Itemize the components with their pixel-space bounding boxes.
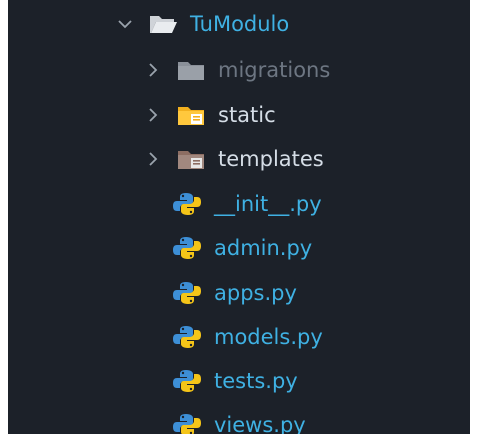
python-icon <box>172 325 202 349</box>
file-explorer-panel: TuModulo migrations static templates __i… <box>8 0 478 437</box>
tree-item-label: admin.py <box>214 236 313 260</box>
chevron-right-icon[interactable] <box>144 150 162 168</box>
tree-item-label: static <box>218 103 276 127</box>
folder-open-icon <box>148 12 178 36</box>
tree-item-folder-templates[interactable]: templates <box>144 139 324 179</box>
folder-templates-icon <box>176 147 206 171</box>
tree-item-folder-static[interactable]: static <box>144 95 276 135</box>
tree-item-label: apps.py <box>214 281 297 305</box>
tree-item-file[interactable]: __init__.py <box>172 184 322 224</box>
tree-item-label: models.py <box>214 325 323 349</box>
tree-item-label: migrations <box>218 58 331 82</box>
tree-item-label: templates <box>218 147 324 171</box>
screenshot-border-bottom <box>0 434 480 443</box>
tree-item-file[interactable]: apps.py <box>172 273 297 313</box>
tree-item-file[interactable]: admin.py <box>172 228 312 268</box>
tree-item-label: TuModulo <box>190 12 290 36</box>
python-icon <box>172 192 202 216</box>
chevron-right-icon[interactable] <box>144 106 162 124</box>
chevron-right-icon[interactable] <box>144 61 162 79</box>
tree-item-label: __init__.py <box>214 192 322 216</box>
python-icon <box>172 369 202 393</box>
tree-item-label: tests.py <box>214 369 298 393</box>
folder-icon <box>176 58 206 82</box>
python-icon <box>172 236 202 260</box>
tree-item-root-folder[interactable]: TuModulo <box>116 4 289 44</box>
chevron-down-icon[interactable] <box>116 15 134 33</box>
screenshot-border-right <box>470 0 480 443</box>
tree-item-file[interactable]: tests.py <box>172 361 298 401</box>
folder-static-icon <box>176 103 206 127</box>
tree-item-file[interactable]: models.py <box>172 317 323 357</box>
python-icon <box>172 281 202 305</box>
tree-item-folder-migrations[interactable]: migrations <box>144 50 330 90</box>
